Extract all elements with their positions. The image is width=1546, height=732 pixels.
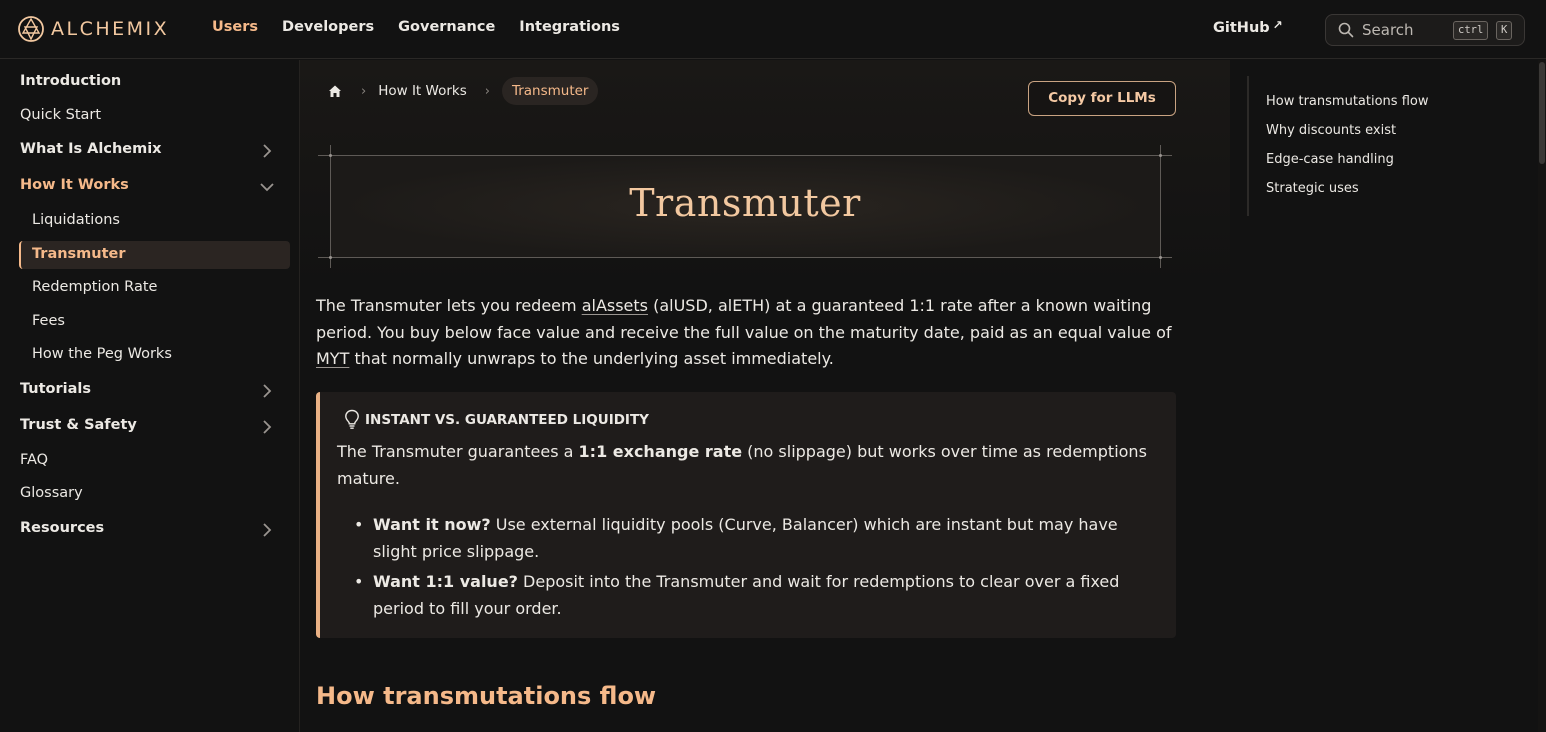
banner-corner-dot — [329, 256, 332, 259]
callout-body: The Transmuter guarantees a 1:1 exchange… — [337, 439, 1157, 492]
section-heading: How transmutations flow — [316, 682, 657, 710]
toc-item[interactable]: Edge-case handling — [1266, 152, 1394, 167]
breadcrumb-separator-icon: › — [361, 83, 367, 99]
sidebar-item-how-it-works[interactable]: How It Works — [20, 177, 129, 193]
callout-title: INSTANT VS. GUARANTEED LIQUIDITY — [365, 412, 649, 428]
toc-item[interactable]: How transmutations flow — [1266, 94, 1428, 109]
sidebar: Introduction Quick Start What Is Alchemi… — [0, 60, 300, 732]
callout-text: The Transmuter guarantees a — [337, 442, 579, 461]
sidebar-item-transmuter[interactable]: Transmuter — [19, 241, 290, 269]
intro-text: that normally unwraps to the underlying … — [349, 349, 834, 368]
sidebar-item-redemption-rate[interactable]: Redemption Rate — [32, 279, 157, 295]
page-title-banner: Transmuter — [318, 145, 1172, 268]
myt-link[interactable]: MYT — [316, 349, 349, 368]
banner-frame-line — [318, 257, 1172, 258]
chevron-right-icon[interactable] — [258, 418, 276, 436]
banner-corner-dot — [1159, 256, 1162, 259]
breadcrumb-separator-icon: › — [484, 83, 490, 99]
github-link[interactable]: GitHub ↗ — [1213, 18, 1283, 36]
sidebar-item-trust-safety[interactable]: Trust & Safety — [20, 417, 137, 433]
sidebar-item-quick-start[interactable]: Quick Start — [20, 107, 101, 123]
main-content: › How It Works › Transmuter Copy for LLM… — [300, 60, 1230, 732]
nav-users[interactable]: Users — [212, 19, 258, 35]
page-scrollbar[interactable] — [1538, 60, 1546, 732]
breadcrumb: › How It Works › Transmuter — [327, 76, 599, 106]
external-link-icon: ↗ — [1272, 18, 1283, 32]
nav-developers[interactable]: Developers — [282, 19, 374, 35]
sidebar-item-glossary[interactable]: Glossary — [20, 485, 83, 501]
search-placeholder: Search — [1362, 21, 1414, 39]
top-navbar: ALCHEMIX Users Developers Governance Int… — [0, 0, 1546, 59]
home-icon[interactable] — [327, 83, 343, 99]
lightbulb-icon — [345, 409, 359, 429]
sidebar-item-peg[interactable]: How the Peg Works — [32, 346, 172, 362]
chevron-right-icon[interactable] — [258, 521, 276, 539]
intro-text: The Transmuter lets you redeem — [316, 296, 582, 315]
callout-list: Want it now? Use external liquidity pool… — [352, 512, 1162, 626]
banner-frame-line — [318, 155, 1172, 156]
nav-integrations[interactable]: Integrations — [519, 19, 620, 35]
copy-for-llms-button[interactable]: Copy for LLMs — [1028, 81, 1176, 116]
list-item-bold: Want it now? — [373, 515, 491, 534]
intro-paragraph: The Transmuter lets you redeem alAssets … — [316, 293, 1176, 373]
toc-item[interactable]: Why discounts exist — [1266, 123, 1396, 138]
shortcut-k-key: K — [1496, 21, 1513, 40]
sidebar-item-faq[interactable]: FAQ — [20, 452, 48, 468]
table-of-contents: How transmutations flow Why discounts ex… — [1247, 76, 1447, 216]
sidebar-item-fees[interactable]: Fees — [32, 313, 65, 329]
sidebar-item-introduction[interactable]: Introduction — [20, 73, 121, 89]
logo-text: ALCHEMIX — [51, 18, 170, 40]
list-item: Want it now? Use external liquidity pool… — [352, 512, 1162, 565]
tip-callout: INSTANT VS. GUARANTEED LIQUIDITY The Tra… — [316, 392, 1176, 638]
nav-governance[interactable]: Governance — [398, 19, 495, 35]
alassets-link[interactable]: alAssets — [582, 296, 648, 315]
callout-bold-text: 1:1 exchange rate — [578, 442, 743, 461]
list-item: Want 1:1 value? Deposit into the Transmu… — [352, 569, 1162, 622]
main-nav: Users Developers Governance Integrations — [212, 19, 620, 35]
breadcrumb-parent[interactable]: How It Works — [378, 83, 467, 99]
banner-corner-dot — [1159, 154, 1162, 157]
alchemix-logo-icon — [18, 16, 44, 42]
toc-item[interactable]: Strategic uses — [1266, 181, 1359, 196]
sidebar-item-resources[interactable]: Resources — [20, 520, 104, 536]
chevron-down-icon[interactable] — [258, 178, 276, 196]
sidebar-item-what-is-alchemix[interactable]: What Is Alchemix — [20, 141, 162, 157]
github-label: GitHub — [1213, 20, 1270, 36]
sidebar-item-label: Transmuter — [32, 246, 126, 262]
search-box[interactable]: Search ctrl K — [1325, 14, 1525, 46]
list-item-bold: Want 1:1 value? — [373, 572, 518, 591]
scrollbar-thumb[interactable] — [1539, 62, 1545, 164]
sidebar-item-liquidations[interactable]: Liquidations — [32, 212, 120, 228]
banner-corner-dot — [329, 154, 332, 157]
chevron-right-icon[interactable] — [258, 142, 276, 160]
logo[interactable]: ALCHEMIX — [17, 15, 169, 43]
search-icon — [1338, 22, 1354, 38]
sidebar-item-tutorials[interactable]: Tutorials — [20, 381, 91, 397]
chevron-right-icon[interactable] — [258, 382, 276, 400]
banner-frame-line — [1160, 145, 1161, 268]
shortcut-ctrl-key: ctrl — [1453, 21, 1489, 40]
page-title: Transmuter — [629, 181, 861, 225]
breadcrumb-current: Transmuter — [501, 77, 599, 105]
